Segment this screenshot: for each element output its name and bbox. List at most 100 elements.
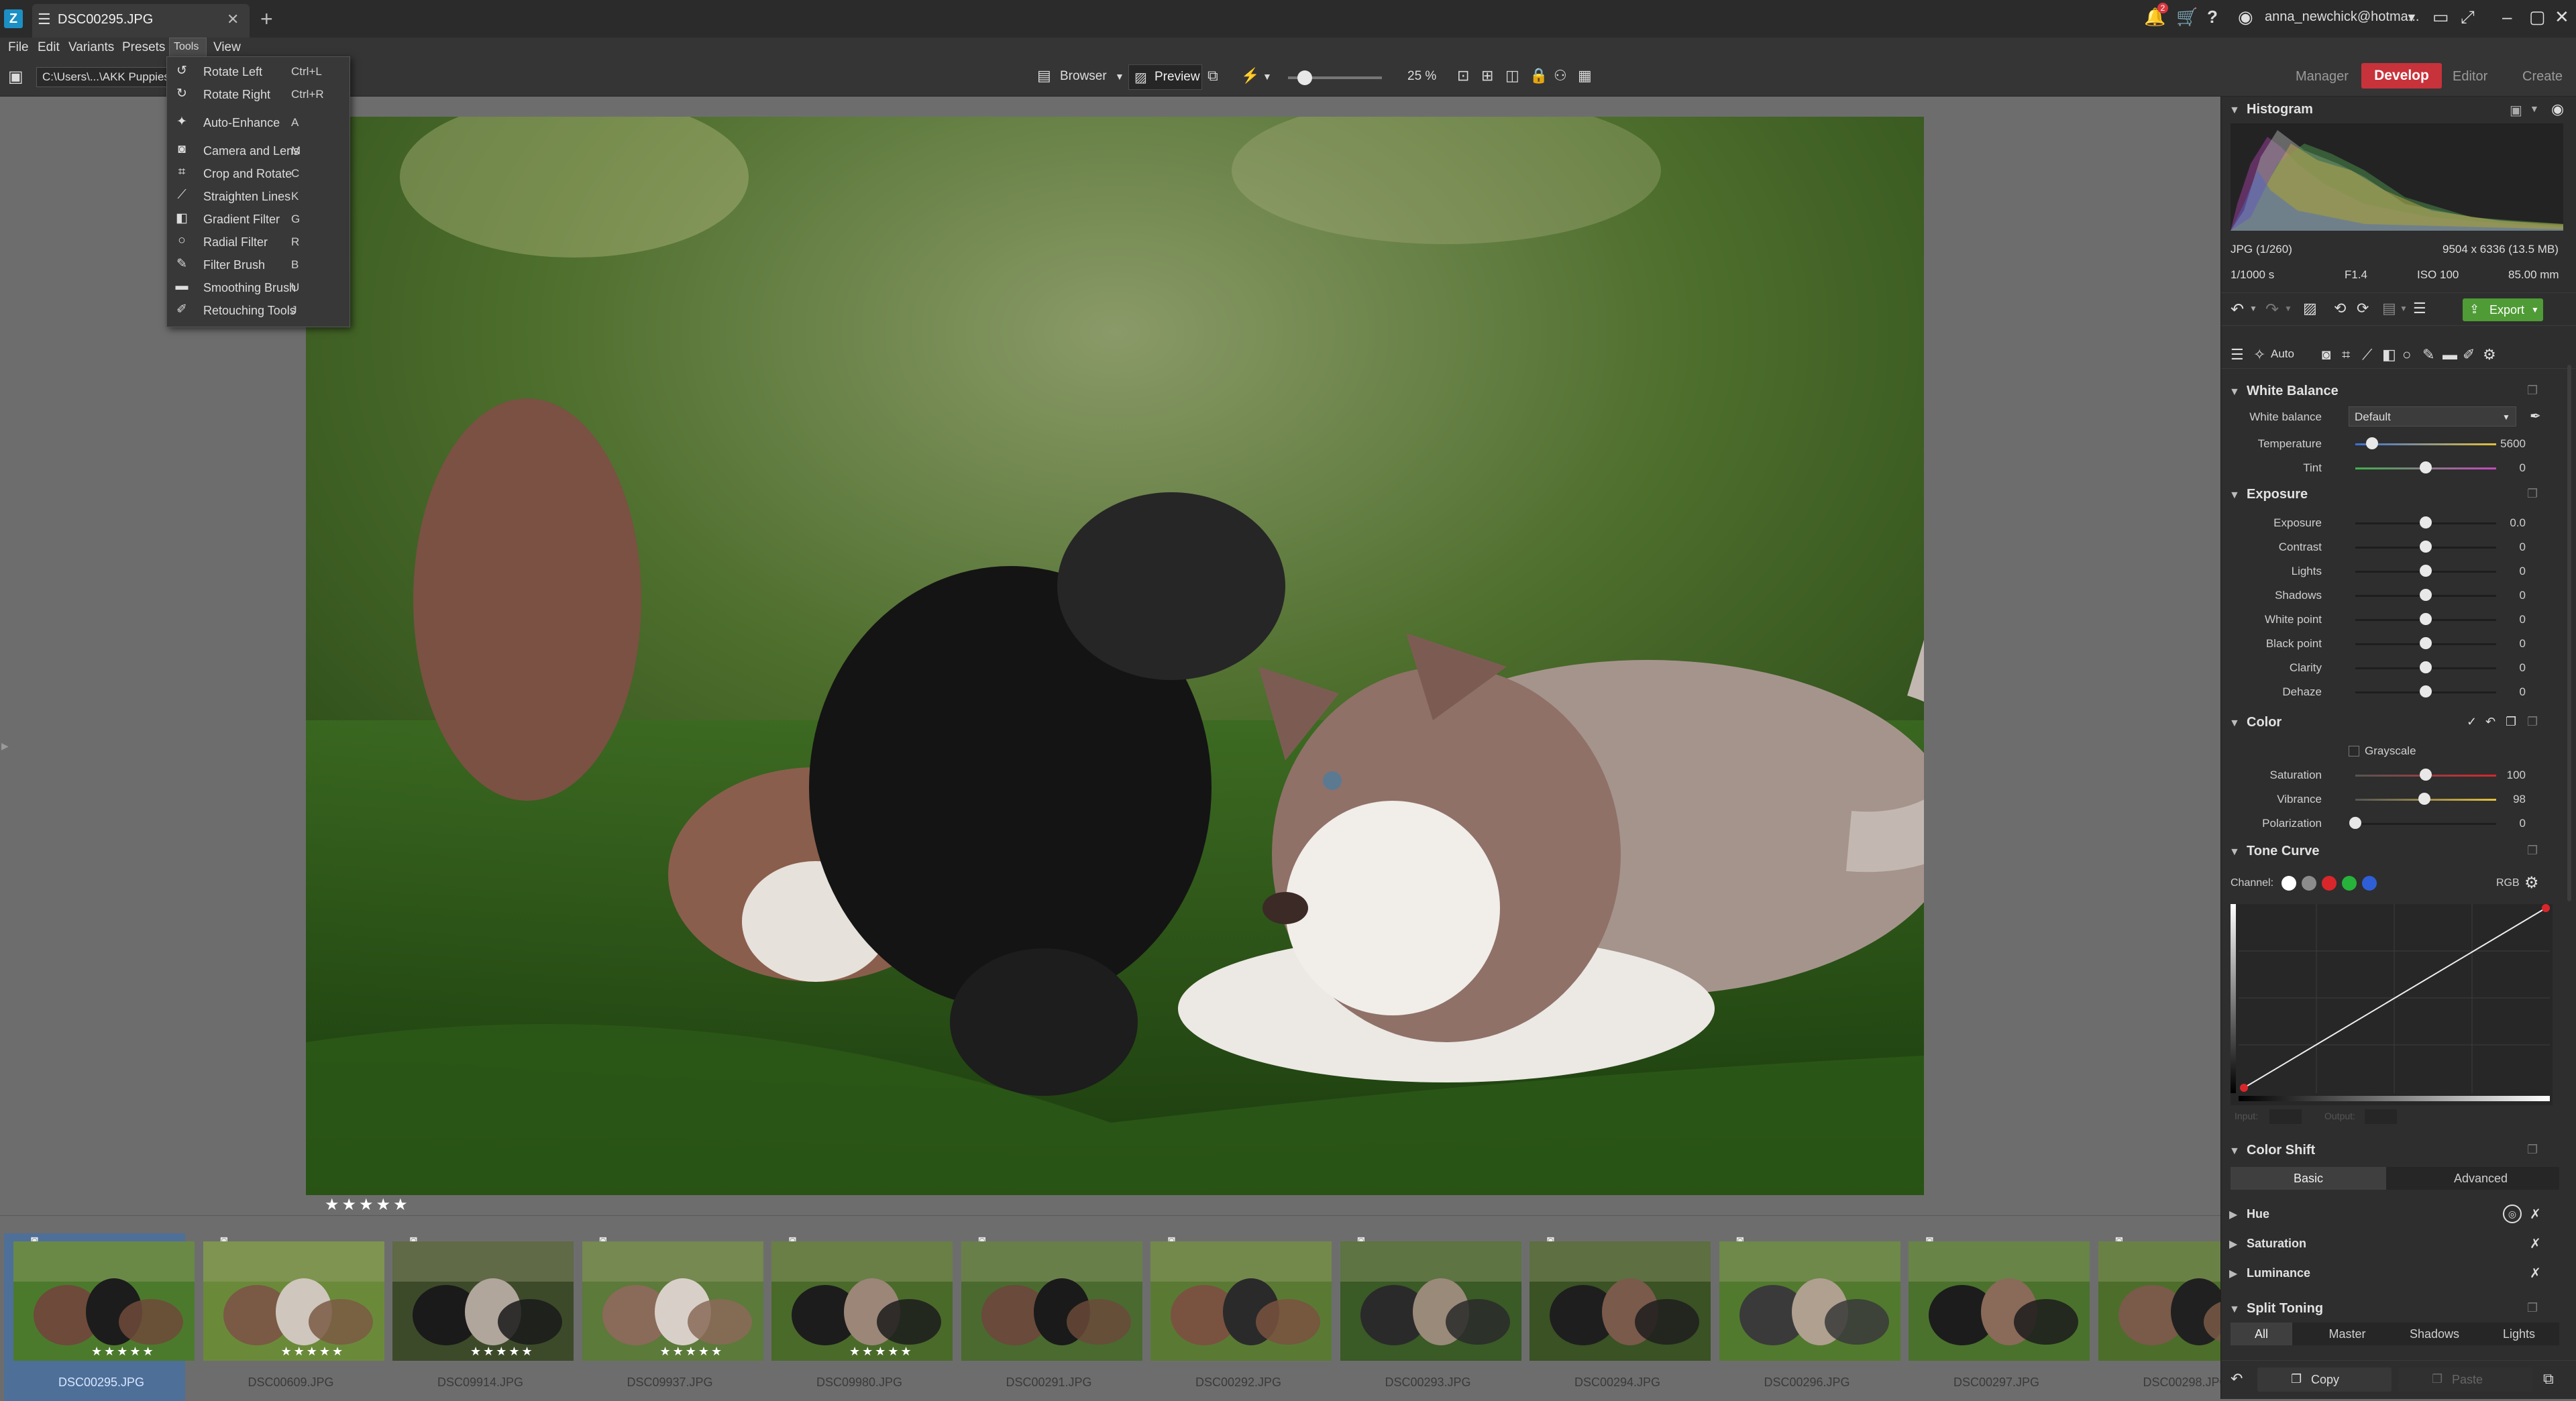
thumbnail-rating[interactable]: ★★★★★: [281, 1345, 345, 1359]
compare-icon[interactable]: ◫: [1505, 67, 1519, 85]
slider-handle[interactable]: [2349, 817, 2361, 829]
white-balance-header[interactable]: ▼ White Balance: [2229, 384, 2339, 399]
grayscale-checkbox[interactable]: [2349, 746, 2359, 756]
color-header[interactable]: ▼ Color: [2229, 715, 2282, 730]
hue-row[interactable]: ▶ Hue: [2229, 1207, 2269, 1221]
folder-icon[interactable]: ▣: [8, 67, 23, 87]
channel-rgb-icon[interactable]: [2282, 876, 2296, 891]
paste-button[interactable]: ❐ Paste: [2398, 1367, 2532, 1392]
maximize-icon[interactable]: ▢: [2529, 7, 2546, 27]
thumbnail-rating[interactable]: ★★★★★: [91, 1345, 156, 1359]
chevron-down-icon[interactable]: ▼: [2406, 11, 2418, 25]
save-icon[interactable]: ▤: [2382, 300, 2396, 317]
slider-value[interactable]: 0: [2520, 565, 2526, 578]
filmstrip-thumbnail[interactable]: ◙ DSC00293.JPG: [1331, 1233, 1521, 1401]
people-icon[interactable]: ⚇: [1554, 67, 1567, 85]
cart-icon[interactable]: 🛒: [2176, 7, 2198, 27]
settings-icon[interactable]: ⚙: [2524, 873, 2539, 893]
copy-settings-icon[interactable]: ❐: [2527, 384, 2538, 398]
rotate-right-icon[interactable]: ⟳: [2357, 300, 2369, 317]
close-tab-icon[interactable]: ✕: [227, 11, 239, 28]
filmstrip-thumbnail[interactable]: ◙ ★★★★★ DSC00609.JPG: [194, 1233, 384, 1401]
slider-handle[interactable]: [2420, 661, 2432, 673]
chevron-down-icon[interactable]: ▼: [1115, 71, 1124, 82]
paste-settings-icon[interactable]: ❐: [2506, 715, 2516, 729]
slider-handle[interactable]: [2420, 769, 2432, 781]
histogram-header[interactable]: ▼ Histogram: [2229, 102, 2313, 117]
slider-value[interactable]: 0: [2520, 661, 2526, 675]
channel-green-icon[interactable]: [2342, 876, 2357, 891]
mode-develop[interactable]: Develop: [2361, 63, 2442, 89]
slider-value[interactable]: 0: [2520, 589, 2526, 602]
menu-edit[interactable]: Edit: [38, 40, 60, 55]
zoom-level[interactable]: 25 %: [1407, 69, 1436, 84]
zoom-slider-handle[interactable]: [1297, 70, 1312, 85]
tab-advanced[interactable]: Advanced: [2402, 1167, 2559, 1190]
copy-button[interactable]: ❐ Copy: [2257, 1367, 2392, 1392]
sliders-icon[interactable]: ☰: [2231, 346, 2244, 363]
channel-blue-icon[interactable]: [2362, 876, 2377, 891]
menu-item-crop-rotate[interactable]: ⌗ Crop and Rotate C: [167, 162, 350, 184]
path-field[interactable]: C:\Users\...\AKK Puppies: [36, 67, 170, 87]
curve-output-field[interactable]: [2365, 1109, 2397, 1124]
tab-basic[interactable]: Basic: [2231, 1167, 2386, 1190]
menu-item-rotate-right[interactable]: ↻ Rotate Right Ctrl+R: [167, 82, 350, 105]
menu-item-retouching-tools[interactable]: ✐ Retouching Tools J: [167, 298, 350, 321]
copy-settings-icon[interactable]: ❐: [2527, 1143, 2538, 1157]
curve-input-field[interactable]: [2269, 1109, 2302, 1124]
eyedropper-icon[interactable]: ✒: [2530, 408, 2541, 425]
filmstrip-thumbnail[interactable]: ◙ ★★★★★ DSC09980.JPG: [762, 1233, 953, 1401]
settings-icon[interactable]: ⚙: [2483, 346, 2496, 363]
slider-value[interactable]: 0: [2520, 685, 2526, 699]
slider-value[interactable]: 0: [2520, 637, 2526, 651]
menu-item-auto-enhance[interactable]: ✦ Auto-Enhance A: [167, 111, 350, 133]
external-open-icon[interactable]: ⧉: [1208, 67, 1218, 85]
menu-item-smoothing-brush[interactable]: ▬ Smoothing Brush U: [167, 276, 350, 298]
screenshot-icon[interactable]: ▣: [2510, 102, 2522, 119]
slider-handle[interactable]: [2420, 685, 2432, 697]
menu-variants[interactable]: Variants: [68, 40, 114, 55]
smoothing-brush-icon[interactable]: ▬: [2443, 346, 2457, 363]
clipping-icon[interactable]: ◉: [2551, 101, 2564, 118]
reset-icon[interactable]: ↶: [2485, 715, 2496, 729]
white-balance-select[interactable]: Default ▼: [2349, 406, 2516, 427]
retouching-icon[interactable]: ✐: [2463, 346, 2475, 363]
left-panel-toggle-icon[interactable]: ▶: [1, 740, 9, 752]
color-shift-header[interactable]: ▼ Color Shift: [2229, 1143, 2315, 1158]
chevron-down-icon[interactable]: ▼: [2400, 304, 2408, 313]
export-button[interactable]: ⇪ Export ▼: [2463, 298, 2543, 321]
slider-handle[interactable]: [2420, 637, 2432, 649]
filmstrip-thumbnail[interactable]: ◙ ★★★★★ DSC09937.JPG: [573, 1233, 763, 1401]
menu-item-filter-brush[interactable]: ✎ Filter Brush B: [167, 253, 350, 276]
channel-red-icon[interactable]: [2322, 876, 2337, 891]
chevron-down-icon[interactable]: ▼: [2284, 304, 2292, 313]
tone-curve-graph[interactable]: [2231, 904, 2553, 1105]
reset-icon[interactable]: ✗: [2530, 1206, 2541, 1223]
rotate-left-icon[interactable]: ⟲: [2334, 300, 2346, 317]
copy-settings-icon[interactable]: ❐: [2527, 844, 2538, 858]
chevron-down-icon[interactable]: ▼: [1263, 71, 1272, 82]
undo-icon[interactable]: ↶: [2231, 300, 2244, 319]
slider-handle[interactable]: [2418, 793, 2430, 805]
slider-handle[interactable]: [2420, 565, 2432, 577]
slider-value[interactable]: 5600: [2500, 437, 2526, 451]
fullscreen-icon[interactable]: ⤢: [2461, 7, 2475, 28]
tab-all[interactable]: All: [2231, 1323, 2292, 1345]
slider-value[interactable]: 0: [2520, 461, 2526, 475]
menu-item-rotate-left[interactable]: ↺ Rotate Left Ctrl+L: [167, 60, 350, 82]
panel-scrollbar[interactable]: [2567, 365, 2571, 901]
document-tab[interactable]: ☰ DSC00295.JPG ✕: [32, 4, 250, 38]
filmstrip-thumbnail[interactable]: ◙ DSC00294.JPG: [1520, 1233, 1711, 1401]
crop-icon[interactable]: ⌗: [2342, 346, 2350, 363]
slider-handle[interactable]: [2420, 589, 2432, 601]
rating-stars[interactable]: ★★★★★: [325, 1195, 411, 1215]
menu-file[interactable]: File: [8, 40, 29, 55]
slider-handle[interactable]: [2420, 541, 2432, 553]
menu-presets[interactable]: Presets: [122, 40, 165, 55]
menu-tools[interactable]: Tools: [169, 38, 207, 58]
user-avatar-icon[interactable]: ◉: [2238, 7, 2253, 27]
slider-value[interactable]: 0: [2520, 541, 2526, 554]
slider-handle[interactable]: [2420, 461, 2432, 473]
new-tab-button[interactable]: +: [260, 7, 273, 32]
copy-settings-icon[interactable]: ❐: [2527, 487, 2538, 501]
